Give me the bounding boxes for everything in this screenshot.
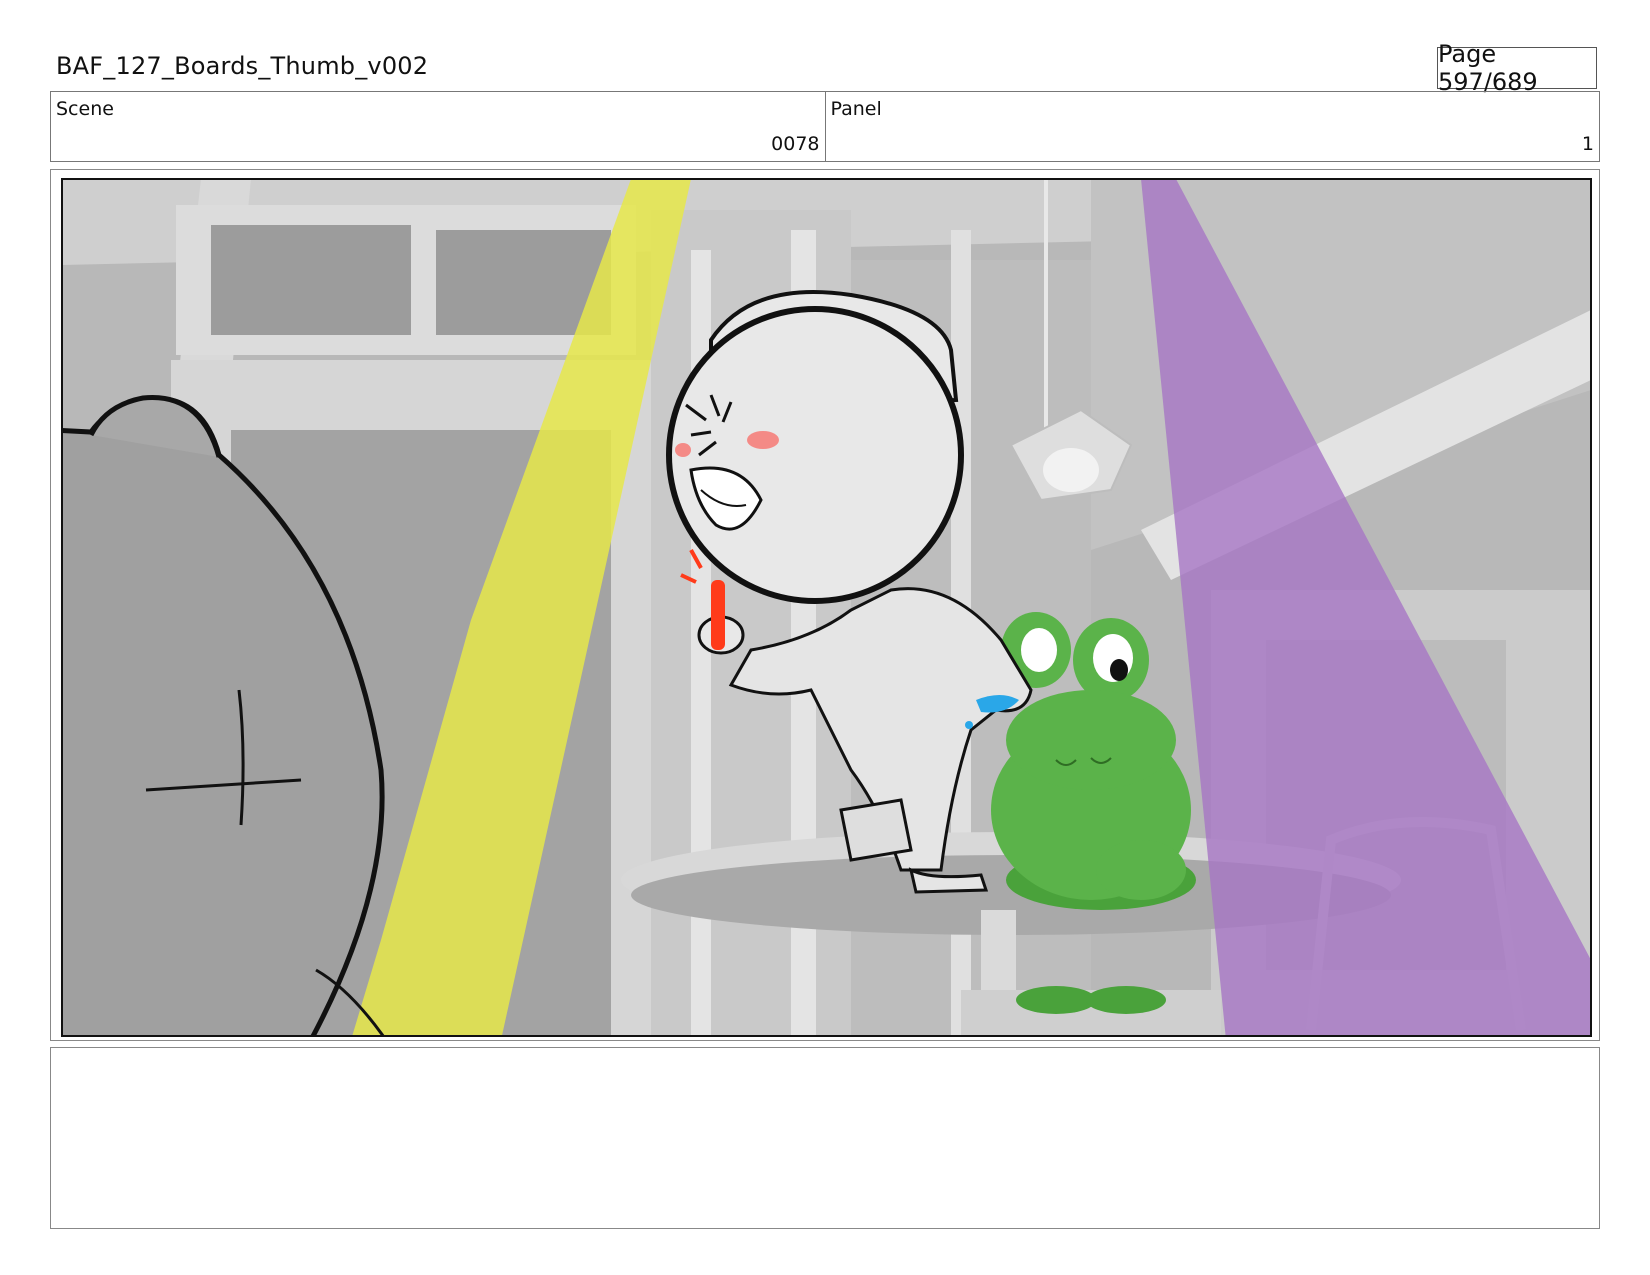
page-number-box: Page 597/689	[1437, 40, 1597, 96]
panel-number: 1	[1581, 133, 1594, 155]
scene-panel-info-row: Scene 0078 Panel 1	[50, 91, 1600, 162]
storyboard-panel-image	[51, 170, 1599, 1040]
panel-label: Panel	[830, 98, 882, 120]
scene-number: 0078	[771, 133, 820, 155]
panel-cell: Panel 1	[824, 92, 1600, 161]
scene-label: Scene	[56, 98, 114, 120]
scene-cell: Scene 0078	[51, 92, 825, 161]
page-number: Page 597/689	[1438, 40, 1538, 96]
notes-box	[50, 1047, 1600, 1229]
document-title: BAF_127_Boards_Thumb_v002	[56, 52, 429, 80]
storyboard-panel-frame	[50, 169, 1600, 1041]
